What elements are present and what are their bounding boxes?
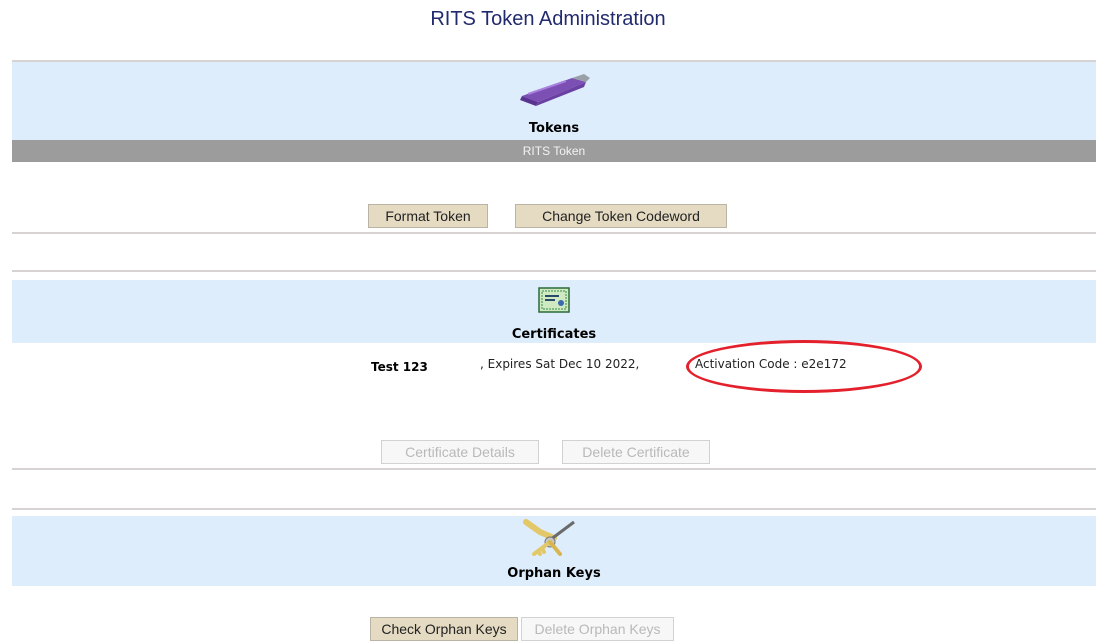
highlight-ellipse <box>686 340 922 393</box>
certificate-entry[interactable]: Test 123 , Expires Sat Dec 10 2022, Acti… <box>0 355 1096 375</box>
tokens-heading: Tokens <box>528 121 580 136</box>
divider <box>12 270 1096 272</box>
check-orphan-keys-button[interactable]: Check Orphan Keys <box>370 617 518 641</box>
format-token-button[interactable]: Format Token <box>368 204 488 228</box>
certificate-details-button[interactable]: Certificate Details <box>381 440 539 464</box>
orphan-keys-section-header: Orphan Keys <box>12 516 1096 586</box>
orphan-keys-heading: Orphan Keys <box>507 566 601 581</box>
token-list-item[interactable]: RITS Token <box>12 140 1096 162</box>
delete-orphan-keys-button[interactable]: Delete Orphan Keys <box>521 617 674 641</box>
certificate-name: Test 123 <box>371 360 428 374</box>
certificates-heading: Certificates <box>511 327 597 342</box>
usb-token-icon <box>520 74 590 106</box>
divider <box>12 232 1096 234</box>
page-title: RITS Token Administration <box>430 8 666 30</box>
delete-certificate-button[interactable]: Delete Certificate <box>562 440 710 464</box>
change-token-codeword-button[interactable]: Change Token Codeword <box>515 204 727 228</box>
divider <box>12 468 1096 470</box>
divider <box>12 508 1096 510</box>
keys-icon <box>523 519 575 556</box>
certificate-expiry: , Expires Sat Dec 10 2022, <box>480 357 640 371</box>
tokens-section-header: Tokens <box>12 62 1096 140</box>
certificates-section-header: Certificates <box>12 280 1096 343</box>
certificate-icon <box>538 287 570 313</box>
